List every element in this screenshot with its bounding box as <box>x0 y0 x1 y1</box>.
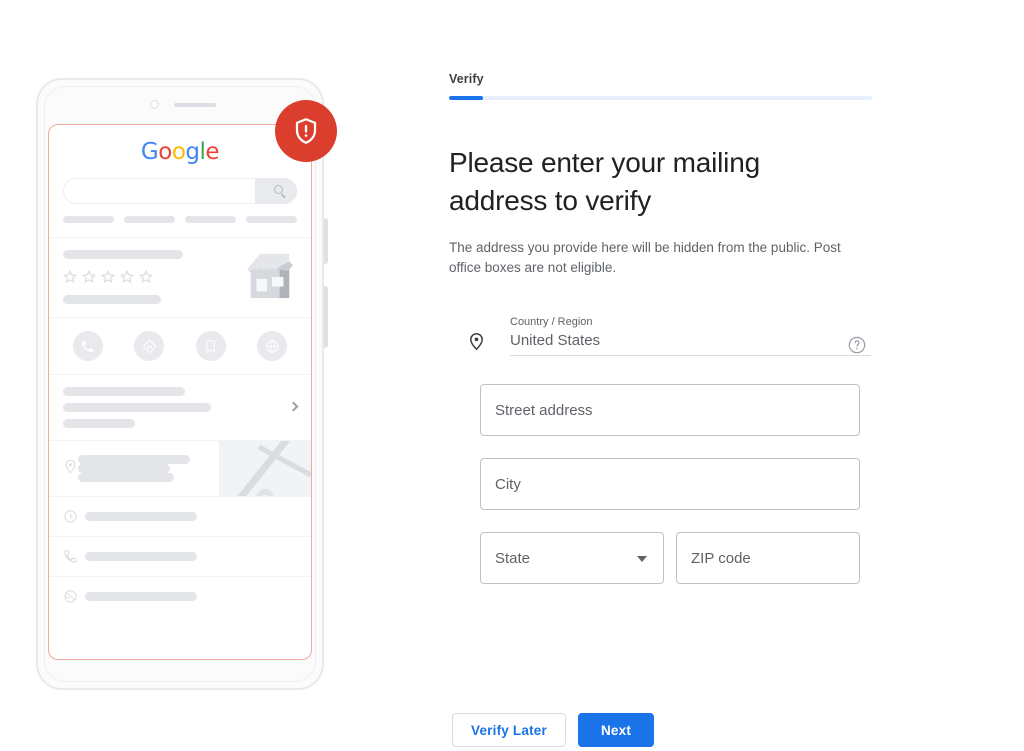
logo-letter: e <box>205 139 220 165</box>
state-zip-row: State ZIP code <box>480 532 879 584</box>
globe-icon <box>257 331 288 361</box>
progress-bar-fill <box>449 96 483 100</box>
line-placeholder <box>85 512 197 521</box>
form-actions: Verify Later Next <box>452 713 655 747</box>
phone-side-button-volume <box>324 218 328 264</box>
city-placeholder: City <box>495 475 521 493</box>
address-form: Country / Region United States Street ad… <box>449 316 879 584</box>
location-pin-icon <box>467 332 486 356</box>
chip-placeholder <box>185 216 236 223</box>
logo-letter: o <box>171 139 186 165</box>
page-description: The address you provide here will be hid… <box>449 240 841 275</box>
business-name-placeholder <box>63 250 183 259</box>
list-item-website <box>49 576 311 616</box>
verify-panel: Verify Please enter your mailing address… <box>449 72 879 584</box>
chip-placeholder <box>246 216 297 223</box>
line-placeholder <box>78 473 174 482</box>
country-region-field[interactable]: Country / Region United States <box>510 316 871 356</box>
star-icon <box>101 270 115 284</box>
clock-icon <box>63 509 85 524</box>
list-item <box>49 374 311 440</box>
phone-illustration: Google <box>36 78 337 690</box>
business-card <box>49 237 311 317</box>
progress-bar <box>449 96 872 100</box>
line-placeholder <box>78 464 170 473</box>
country-region-value: United States <box>510 332 601 349</box>
line-placeholder <box>63 403 211 412</box>
help-circle-icon[interactable] <box>847 335 867 360</box>
business-action-buttons <box>49 317 311 374</box>
google-logo: Google <box>49 125 311 165</box>
location-pin-icon <box>63 459 78 479</box>
line-placeholder <box>85 552 197 561</box>
street-address-placeholder: Street address <box>495 401 593 419</box>
list-item-hours <box>49 496 311 536</box>
phone-screen: Google <box>48 124 312 660</box>
next-button[interactable]: Next <box>577 713 655 747</box>
list-item-phone <box>49 536 311 576</box>
state-placeholder: State <box>495 549 531 567</box>
filter-chips <box>63 216 297 223</box>
directions-icon <box>134 331 165 361</box>
state-select[interactable]: State <box>480 532 664 584</box>
bookmark-icon <box>195 331 226 361</box>
globe-icon <box>63 589 85 604</box>
logo-letter: o <box>158 139 172 165</box>
phone-icon <box>72 331 103 361</box>
zip-code-input[interactable]: ZIP code <box>676 532 860 584</box>
tab-verify[interactable]: Verify <box>449 72 879 86</box>
chevron-down-icon <box>637 556 647 562</box>
business-meta-placeholder <box>63 295 161 304</box>
storefront-icon <box>246 253 294 299</box>
logo-letter: G <box>140 139 159 165</box>
chip-placeholder <box>63 216 114 223</box>
phone-camera-icon <box>150 100 159 109</box>
list-item-address <box>49 440 311 496</box>
phone-side-button-power <box>324 286 328 348</box>
page-title: Please enter your mailing address to ver… <box>449 147 760 216</box>
star-icon <box>63 270 77 284</box>
chip-placeholder <box>124 216 175 223</box>
logo-letter: g <box>185 139 200 165</box>
shield-alert-badge <box>275 100 337 162</box>
phone-search-bar <box>63 178 297 204</box>
map-thumbnail <box>219 441 311 496</box>
line-placeholder <box>85 592 197 601</box>
line-placeholder <box>78 455 190 464</box>
star-icon <box>139 270 153 284</box>
star-icon <box>82 270 96 284</box>
phone-speaker-icon <box>174 103 216 107</box>
search-icon <box>274 185 283 194</box>
zip-code-placeholder: ZIP code <box>691 549 751 567</box>
shield-alert-icon <box>295 118 317 144</box>
street-address-input[interactable]: Street address <box>480 384 860 436</box>
country-region-label: Country / Region <box>510 316 593 328</box>
line-placeholder <box>63 419 135 428</box>
city-input[interactable]: City <box>480 458 860 510</box>
country-region-row: Country / Region United States <box>467 316 879 362</box>
star-icon <box>120 270 134 284</box>
line-placeholder <box>63 387 185 396</box>
verify-later-button[interactable]: Verify Later <box>452 713 566 747</box>
phone-icon <box>63 549 85 564</box>
